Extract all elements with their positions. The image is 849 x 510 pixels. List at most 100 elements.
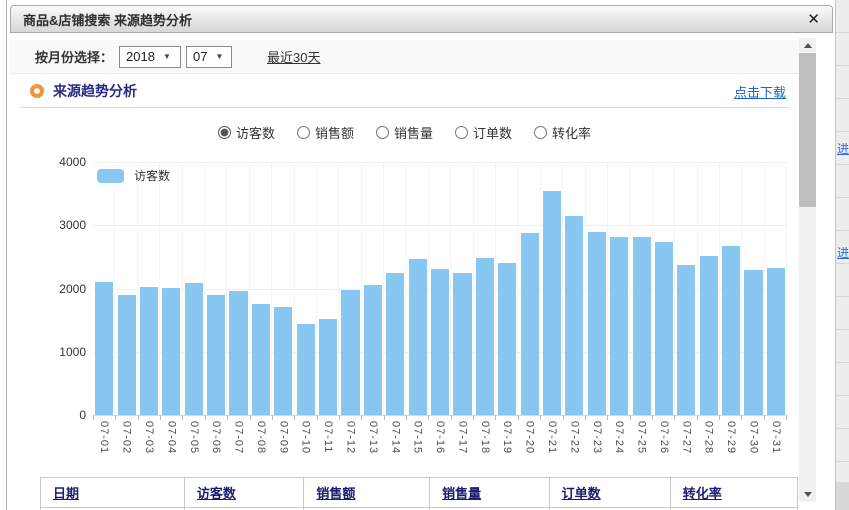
x-axis-label: 07-23 [591, 421, 603, 467]
x-axis-tick [496, 415, 518, 420]
table-header-row: 日期 访客数 销售额 销售量 订单数 转化率 [41, 478, 798, 508]
bar [700, 256, 718, 415]
recent-30-days-link[interactable]: 最近30天 [267, 47, 320, 66]
bar-column [295, 162, 317, 415]
bar-column [518, 162, 540, 415]
month-selector-row: 按月份选择： 2018 ▼ 07 ▼ 最近30天 [10, 40, 799, 74]
x-axis-tick [318, 415, 340, 420]
bar-column [563, 162, 585, 415]
x-axis-label-cell: 07-08 [250, 421, 272, 467]
x-axis-label-cell: 07-31 [765, 421, 787, 467]
vertical-scrollbar[interactable] [799, 38, 816, 502]
metric-radio-input[interactable] [534, 126, 547, 139]
table-header-cell: 转化率 [670, 478, 797, 508]
table-header-sort-link[interactable]: 销售额 [316, 486, 355, 501]
x-axis-tick [653, 415, 675, 420]
bar [588, 232, 606, 415]
x-axis-label: 07-22 [568, 421, 580, 467]
bar-column [720, 162, 742, 415]
bar [95, 282, 113, 415]
bar [431, 269, 449, 415]
bar-column [384, 162, 406, 415]
chart-x-axis-labels: 07-0107-0207-0307-0407-0507-0607-0707-08… [93, 421, 787, 467]
x-axis-tick [586, 415, 608, 420]
x-axis-tick [452, 415, 474, 420]
ring-bullet-icon [30, 84, 44, 98]
x-axis-label-cell: 07-19 [496, 421, 518, 467]
x-axis-label: 07-07 [233, 421, 245, 467]
bar [655, 242, 673, 415]
x-axis-label-cell: 07-05 [183, 421, 205, 467]
bar [229, 291, 247, 415]
y-axis-tick-label: 0 [41, 408, 86, 422]
table-header-sort-link[interactable]: 销售量 [442, 486, 481, 501]
table-header-cell: 日期 [41, 478, 185, 508]
x-axis-tick [94, 415, 116, 420]
x-axis-label-cell: 07-15 [406, 421, 428, 467]
close-icon[interactable]: ✕ [807, 12, 820, 27]
x-axis-label: 07-09 [277, 421, 289, 467]
x-axis-label-cell: 07-14 [384, 421, 406, 467]
x-axis-label: 07-10 [300, 421, 312, 467]
bar-column [205, 162, 227, 415]
x-axis-tick [183, 415, 205, 420]
year-select[interactable]: 2018 ▼ [119, 46, 181, 68]
table-header-sort-link[interactable]: 访客数 [197, 486, 236, 501]
metric-radio-option[interactable]: 访客数 [218, 123, 275, 142]
bar [498, 263, 516, 415]
x-axis-tick [116, 415, 138, 420]
section-header: 来源趋势分析 点击下载 [30, 80, 786, 102]
y-axis-tick-label: 3000 [41, 218, 86, 232]
bar-column [474, 162, 496, 415]
x-axis-label: 07-02 [121, 421, 133, 467]
month-select-value: 07 [193, 49, 207, 64]
bar-column [160, 162, 182, 415]
bar-column [138, 162, 160, 415]
bar-column [339, 162, 361, 415]
bar-column [608, 162, 630, 415]
metric-radio-option[interactable]: 订单数 [455, 123, 512, 142]
bar [297, 324, 315, 415]
x-axis-label: 07-14 [389, 421, 401, 467]
x-axis-label: 07-30 [748, 421, 760, 467]
y-axis-tick-label: 1000 [41, 345, 86, 359]
x-axis-label: 07-03 [143, 421, 155, 467]
bar-column [429, 162, 451, 415]
x-axis-tick [564, 415, 586, 420]
table-header-sort-link[interactable]: 转化率 [683, 486, 722, 501]
month-select[interactable]: 07 ▼ [186, 46, 232, 68]
table-header-sort-link[interactable]: 日期 [53, 486, 79, 501]
x-axis-tick [720, 415, 742, 420]
metric-radio-input[interactable] [218, 126, 231, 139]
metric-radio-input[interactable] [297, 126, 310, 139]
x-axis-label-cell: 07-03 [138, 421, 160, 467]
download-link[interactable]: 点击下载 [734, 82, 786, 101]
scroll-up-button[interactable] [799, 38, 816, 53]
bar-column [586, 162, 608, 415]
metric-radio-option[interactable]: 转化率 [534, 123, 591, 142]
bar [409, 259, 427, 415]
chart-legend: 访客数 [97, 167, 170, 184]
bar-column [272, 162, 294, 415]
bar [543, 191, 561, 415]
bar [140, 287, 158, 415]
metric-radio-input[interactable] [455, 126, 468, 139]
x-axis-label-cell: 07-17 [451, 421, 473, 467]
x-axis-label-cell: 07-26 [653, 421, 675, 467]
metric-radio-option[interactable]: 销售额 [297, 123, 354, 142]
x-axis-label-cell: 07-25 [630, 421, 652, 467]
metric-radio-input[interactable] [376, 126, 389, 139]
x-axis-label-cell: 07-22 [563, 421, 585, 467]
bar-column [115, 162, 137, 415]
x-axis-label: 07-04 [165, 421, 177, 467]
x-axis-label: 07-26 [658, 421, 670, 467]
x-axis-tick [228, 415, 250, 420]
month-select-label: 按月份选择： [35, 47, 113, 66]
metric-radio-option[interactable]: 销售量 [376, 123, 433, 142]
scroll-down-button[interactable] [799, 487, 816, 502]
table-header-sort-link[interactable]: 订单数 [562, 486, 601, 501]
x-axis-tick [519, 415, 541, 420]
bar [341, 290, 359, 415]
section-divider [20, 107, 790, 108]
scrollbar-thumb[interactable] [799, 53, 816, 207]
